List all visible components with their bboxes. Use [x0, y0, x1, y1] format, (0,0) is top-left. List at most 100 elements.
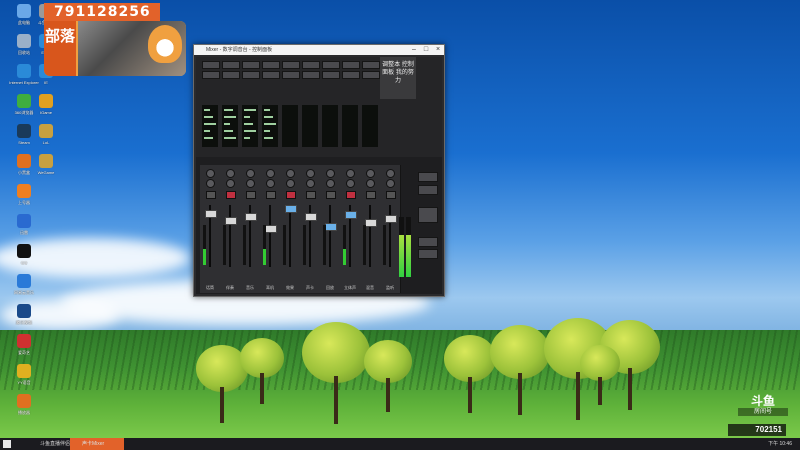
mute-button[interactable]: [346, 191, 356, 199]
pan-knob-icon[interactable]: [226, 179, 235, 188]
pan-knob-icon[interactable]: [226, 169, 235, 178]
mixer-window[interactable]: Mixer - 数字调音台 - 控制面板 – □ × 调整本 控制面板 我的努力…: [193, 44, 445, 297]
master-meter-left: [399, 217, 404, 277]
channel-label: 话筒: [206, 285, 214, 290]
mute-button[interactable]: [246, 191, 256, 199]
room-tag: 部落: [44, 21, 76, 76]
routing-button[interactable]: [202, 71, 220, 79]
fader-track: [229, 205, 231, 267]
channel-label: 混音: [366, 285, 374, 290]
fader-handle[interactable]: [345, 211, 357, 219]
windows-start-icon[interactable]: [3, 440, 11, 448]
desktop-icon-label: LoL: [42, 140, 50, 145]
level-display: [202, 105, 218, 147]
settings-button[interactable]: [418, 172, 438, 182]
routing-button[interactable]: [222, 71, 240, 79]
pan-knob-icon[interactable]: [266, 179, 275, 188]
routing-button[interactable]: [342, 61, 360, 69]
routing-button[interactable]: [302, 61, 320, 69]
pan-knob-icon[interactable]: [386, 179, 395, 188]
mute-button[interactable]: [226, 191, 236, 199]
pan-knob-icon[interactable]: [326, 169, 335, 178]
routing-button[interactable]: [342, 71, 360, 79]
mute-button[interactable]: [366, 191, 376, 199]
mute-button[interactable]: [266, 191, 276, 199]
mute-button[interactable]: [206, 191, 216, 199]
routing-button[interactable]: [322, 71, 340, 79]
pan-knob-icon[interactable]: [206, 179, 215, 188]
fader-handle[interactable]: [245, 213, 257, 221]
minimize-icon[interactable]: –: [408, 45, 420, 55]
fader-handle[interactable]: [305, 213, 317, 221]
fader-handle[interactable]: [285, 205, 297, 213]
mute-button[interactable]: [386, 191, 396, 199]
routing-button[interactable]: [302, 71, 320, 79]
routing-button[interactable]: [222, 61, 240, 69]
fader-handle[interactable]: [225, 217, 237, 225]
routing-button[interactable]: [282, 71, 300, 79]
level-display: [242, 105, 258, 147]
pan-knob-icon[interactable]: [386, 169, 395, 178]
routing-button[interactable]: [362, 61, 380, 69]
pan-knob-icon[interactable]: [266, 169, 275, 178]
routing-button[interactable]: [242, 61, 260, 69]
pan-knob-icon[interactable]: [206, 169, 215, 178]
channel-label: 回放: [326, 285, 334, 290]
routing-button[interactable]: [242, 71, 260, 79]
routing-button[interactable]: [362, 71, 380, 79]
desktop: 此电脑 回收站 Internet Explorer 360浏览器 Steam 小黑盒 上号器…: [0, 0, 800, 438]
pan-knob-icon[interactable]: [286, 179, 295, 188]
routing-panel: 调整本 控制面板 我的努力: [196, 57, 442, 157]
routing-button[interactable]: [322, 61, 340, 69]
option-button[interactable]: [418, 249, 438, 259]
level-display: [302, 105, 318, 147]
pan-knob-icon[interactable]: [306, 179, 315, 188]
channel-strip: 效果: [280, 165, 301, 293]
game-icon: [39, 94, 53, 108]
channel-label: 耳机: [266, 285, 274, 290]
channel-strip: 伴奏: [220, 165, 241, 293]
pan-knob-icon[interactable]: [366, 169, 375, 178]
play-button[interactable]: [418, 207, 438, 223]
level-display: [322, 105, 338, 147]
option-button[interactable]: [418, 237, 438, 247]
channel-meter: [263, 225, 266, 265]
pan-knob-icon[interactable]: [366, 179, 375, 188]
taskbar-item-active[interactable]: 声卡Mixer: [70, 438, 124, 450]
desktop-icon[interactable]: IGame: [26, 94, 66, 124]
pan-knob-icon[interactable]: [346, 169, 355, 178]
routing-button[interactable]: [282, 61, 300, 69]
fader-track: [289, 205, 291, 267]
fader-handle[interactable]: [205, 210, 217, 218]
room-label: 房间号: [738, 408, 788, 416]
level-display: [342, 105, 358, 147]
fader-handle[interactable]: [365, 219, 377, 227]
routing-button[interactable]: [262, 71, 280, 79]
pan-knob-icon[interactable]: [246, 169, 255, 178]
desktop-icon[interactable]: LoL: [26, 124, 66, 154]
routing-button[interactable]: [202, 61, 220, 69]
fader-handle[interactable]: [265, 225, 277, 233]
channel-meter: [383, 225, 386, 265]
channel-label: 监听: [386, 285, 394, 290]
fader-handle[interactable]: [325, 223, 337, 231]
mute-button[interactable]: [306, 191, 316, 199]
mute-button[interactable]: [286, 191, 296, 199]
pan-knob-icon[interactable]: [346, 179, 355, 188]
routing-button[interactable]: [262, 61, 280, 69]
desktop-icon[interactable]: WeGame: [26, 154, 66, 184]
shiba-mascot-icon: [148, 25, 182, 63]
pan-knob-icon[interactable]: [306, 169, 315, 178]
fader-handle[interactable]: [385, 215, 397, 223]
mode-button[interactable]: [418, 185, 438, 195]
close-icon[interactable]: ×: [432, 45, 444, 55]
pan-knob-icon[interactable]: [246, 179, 255, 188]
pan-knob-icon[interactable]: [286, 169, 295, 178]
maximize-icon[interactable]: □: [420, 45, 432, 55]
level-display: [222, 105, 238, 147]
mute-button[interactable]: [326, 191, 336, 199]
fader-track: [329, 205, 331, 267]
channel-label: 效果: [286, 285, 294, 290]
pan-knob-icon[interactable]: [326, 179, 335, 188]
window-titlebar[interactable]: Mixer - 数字调音台 - 控制面板 – □ ×: [194, 45, 444, 55]
